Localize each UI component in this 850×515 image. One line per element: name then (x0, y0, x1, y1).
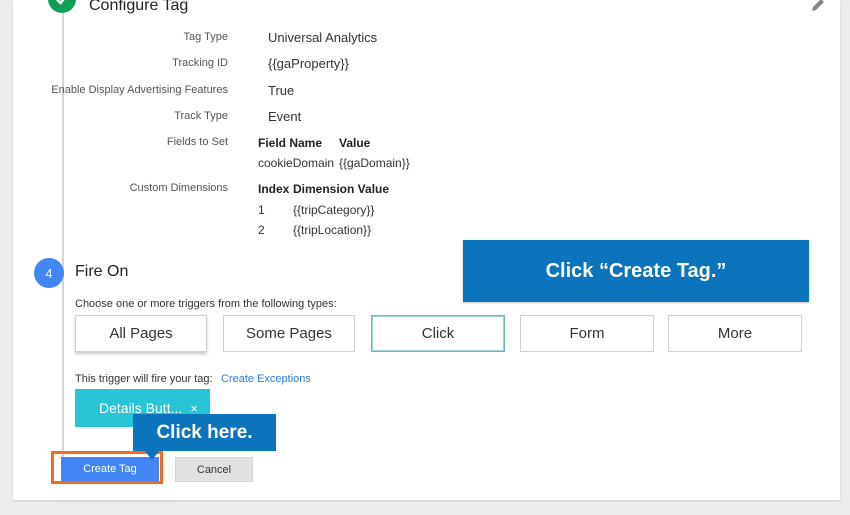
trigger-all-pages[interactable]: All Pages (75, 315, 207, 352)
dimension-value-header: Dimension Value (293, 182, 390, 196)
custom-dimensions-label: Custom Dimensions (129, 182, 228, 194)
edit-pencil-icon[interactable] (810, 0, 826, 13)
click-here-callout: Click here. (133, 414, 276, 451)
step-number-badge: 4 (34, 258, 64, 288)
index-header: Index (258, 182, 290, 196)
create-tag-button[interactable]: Create Tag (61, 457, 159, 481)
fields-to-set-label: Fields to Set (166, 136, 228, 148)
display-advertising-label: Enable Display Advertising Features (51, 84, 228, 96)
step-complete-check-icon (48, 0, 76, 13)
field-value-header: Value (339, 136, 371, 150)
field-name-cell: cookieDomain (258, 156, 335, 170)
configure-tag-title: Configure Tag (89, 0, 189, 14)
tag-type-label: Tag Type (183, 31, 228, 43)
create-exceptions-link[interactable]: Create Exceptions (221, 373, 311, 385)
dimension-value-cell: {{tripLocation}} (293, 223, 372, 237)
dimension-index-cell: 2 (258, 223, 265, 237)
field-value-cell: {{gaDomain}} (339, 156, 410, 170)
display-advertising-value: True (268, 83, 295, 98)
trigger-some-pages[interactable]: Some Pages (223, 315, 355, 352)
dimension-index-cell: 1 (258, 203, 265, 217)
tag-type-value: Universal Analytics (268, 30, 378, 45)
cancel-button[interactable]: Cancel (175, 457, 253, 482)
field-name-header: Field Name (258, 136, 323, 150)
create-tag-callout: Click “Create Tag.” (463, 240, 809, 302)
trigger-instruction: Choose one or more triggers from the fol… (75, 298, 337, 310)
tracking-id-label: Tracking ID (172, 57, 228, 69)
click-here-callout-tail (144, 450, 160, 460)
tracking-id-value: {{gaProperty}} (268, 56, 349, 71)
fires-tag-text: This trigger will fire your tag: (75, 373, 213, 385)
trigger-form[interactable]: Form (520, 315, 654, 352)
fire-on-title: Fire On (75, 263, 129, 280)
track-type-label: Track Type (174, 110, 228, 122)
tag-editor-card: Configure Tag Tag Type Universal Analyti… (13, 0, 840, 500)
trigger-click[interactable]: Click (371, 315, 505, 352)
step-connector-line (62, 0, 64, 462)
track-type-value: Event (268, 109, 302, 124)
trigger-more[interactable]: More (668, 315, 802, 352)
dimension-value-cell: {{tripCategory}} (293, 203, 375, 217)
